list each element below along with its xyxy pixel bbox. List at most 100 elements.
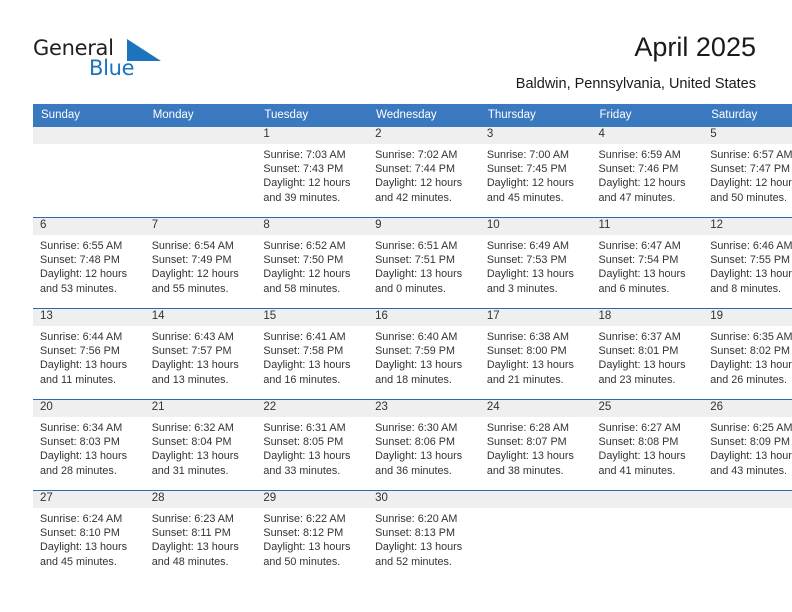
day-cell[interactable]: 4 Sunrise: 6:59 AM Sunset: 7:46 PM Daylight… (591, 127, 704, 218)
day-number (703, 491, 792, 508)
day-details: Sunrise: 6:23 AM Sunset: 8:11 PM Daylight:… (145, 508, 257, 569)
sunrise-text: Sunrise: 7:02 AM (375, 149, 458, 161)
daylight-text-line1: Daylight: 13 hours (486, 450, 574, 463)
sunrise-text: Sunrise: 6:55 AM (40, 240, 123, 252)
daylight-text-line1: Daylight: 13 hours (151, 359, 239, 372)
calendar-week-row: 13 Sunrise: 6:44 AM Sunset: 7:56 PM Dayligh… (33, 308, 792, 400)
weekday-header-tuesday: Tuesday (256, 104, 369, 127)
sunset-text: Sunset: 8:10 PM (40, 527, 120, 540)
daylight-text-line2: and 31 minutes. (151, 464, 229, 477)
day-cell[interactable]: 30 Sunrise: 6:20 AM Sunset: 8:13 PM Dayligh… (368, 490, 480, 581)
day-cell[interactable]: 29 Sunrise: 6:22 AM Sunset: 8:12 PM Dayligh… (256, 490, 369, 581)
sunrise-text: Sunrise: 6:44 AM (40, 331, 123, 343)
daylight-text-line1: Daylight: 12 hours (375, 177, 463, 190)
general-blue-logo[interactable]: General Blue (33, 36, 163, 82)
day-number: 21 (144, 400, 257, 417)
sunrise-text: Sunrise: 6:37 AM (598, 331, 681, 343)
day-cell[interactable]: 23 Sunrise: 6:30 AM Sunset: 8:06 PM Dayligh… (368, 399, 480, 491)
sunset-text: Sunset: 7:55 PM (710, 254, 791, 267)
sunset-text: Sunset: 7:48 PM (40, 254, 120, 267)
day-cell[interactable]: 19 Sunrise: 6:35 AM Sunset: 8:02 PM Dayligh… (703, 308, 792, 400)
sunrise-text: Sunrise: 6:32 AM (151, 422, 234, 434)
sunrise-text: Sunrise: 6:46 AM (710, 240, 792, 252)
daylight-text-line1: Daylight: 13 hours (598, 359, 686, 372)
day-cell[interactable]: 1 Sunrise: 7:03 AM Sunset: 7:43 PM Daylight… (256, 127, 369, 218)
day-cell[interactable]: 25 Sunrise: 6:27 AM Sunset: 8:08 PM Dayligh… (591, 399, 704, 491)
day-cell[interactable]: 20 Sunrise: 6:34 AM Sunset: 8:03 PM Dayligh… (33, 399, 145, 491)
day-number (591, 491, 704, 508)
day-cell-empty (703, 490, 792, 581)
day-cell[interactable]: 17 Sunrise: 6:38 AM Sunset: 8:00 PM Dayligh… (479, 308, 592, 400)
sunrise-text: Sunrise: 6:27 AM (598, 422, 681, 434)
day-cell[interactable]: 13 Sunrise: 6:44 AM Sunset: 7:56 PM Dayligh… (33, 308, 145, 400)
day-cell[interactable]: 28 Sunrise: 6:23 AM Sunset: 8:11 PM Dayligh… (144, 490, 257, 581)
daylight-text-line2: and 38 minutes. (486, 464, 564, 477)
daylight-text-line1: Daylight: 12 hours (263, 268, 351, 281)
day-cell[interactable]: 12 Sunrise: 6:46 AM Sunset: 7:55 PM Dayligh… (703, 217, 792, 309)
day-cell[interactable]: 18 Sunrise: 6:37 AM Sunset: 8:01 PM Dayligh… (591, 308, 704, 400)
day-cell[interactable]: 6 Sunrise: 6:55 AM Sunset: 7:48 PM Daylight… (33, 217, 145, 309)
sunset-text: Sunset: 7:47 PM (710, 163, 791, 176)
day-cell[interactable]: 8 Sunrise: 6:52 AM Sunset: 7:50 PM Daylight… (256, 217, 369, 309)
daylight-text-line2: and 58 minutes. (263, 282, 341, 295)
day-details: Sunrise: 7:03 AM Sunset: 7:43 PM Daylight:… (256, 144, 368, 205)
sunrise-text: Sunrise: 6:41 AM (263, 331, 346, 343)
sunrise-text: Sunrise: 6:30 AM (375, 422, 458, 434)
sunset-text: Sunset: 8:04 PM (151, 436, 232, 449)
day-number: 10 (479, 218, 592, 235)
day-cell[interactable]: 3 Sunrise: 7:00 AM Sunset: 7:45 PM Daylight… (479, 127, 592, 218)
day-cell[interactable]: 5 Sunrise: 6:57 AM Sunset: 7:47 PM Daylight… (703, 127, 792, 218)
day-number: 29 (256, 491, 369, 508)
day-details: Sunrise: 6:20 AM Sunset: 8:13 PM Daylight:… (368, 508, 480, 569)
daylight-text-line1: Daylight: 13 hours (598, 450, 686, 463)
daylight-text-line2: and 28 minutes. (40, 464, 117, 477)
day-cell[interactable]: 2 Sunrise: 7:02 AM Sunset: 7:44 PM Daylight… (368, 127, 480, 218)
daylight-text-line1: Daylight: 13 hours (151, 541, 239, 554)
day-number: 1 (256, 127, 369, 144)
daylight-text-line1: Daylight: 13 hours (151, 450, 239, 463)
day-cell[interactable]: 10 Sunrise: 6:49 AM Sunset: 7:53 PM Dayligh… (479, 217, 592, 309)
day-cell[interactable]: 24 Sunrise: 6:28 AM Sunset: 8:07 PM Dayligh… (479, 399, 592, 491)
page-subtitle: Baldwin, Pennsylvania, United States (515, 76, 756, 92)
daylight-text-line1: Daylight: 12 hours (710, 177, 792, 190)
day-cell[interactable]: 11 Sunrise: 6:47 AM Sunset: 7:54 PM Dayligh… (591, 217, 704, 309)
day-details: Sunrise: 6:30 AM Sunset: 8:06 PM Daylight:… (368, 417, 480, 478)
day-number: 25 (591, 400, 704, 417)
day-cell[interactable]: 22 Sunrise: 6:31 AM Sunset: 8:05 PM Dayligh… (256, 399, 369, 491)
daylight-text-line2: and 13 minutes. (151, 373, 229, 386)
sunrise-text: Sunrise: 6:40 AM (375, 331, 458, 343)
day-cell[interactable]: 26 Sunrise: 6:25 AM Sunset: 8:09 PM Dayligh… (703, 399, 792, 491)
day-details: Sunrise: 7:00 AM Sunset: 7:45 PM Daylight:… (480, 144, 592, 205)
sunrise-text: Sunrise: 6:23 AM (151, 513, 234, 525)
day-number: 3 (479, 127, 592, 144)
day-details: Sunrise: 6:22 AM Sunset: 8:12 PM Daylight:… (256, 508, 368, 569)
sunrise-text: Sunrise: 7:00 AM (486, 149, 570, 161)
day-cell[interactable]: 16 Sunrise: 6:40 AM Sunset: 7:59 PM Dayligh… (368, 308, 480, 400)
day-cell[interactable]: 14 Sunrise: 6:43 AM Sunset: 7:57 PM Dayligh… (144, 308, 257, 400)
daylight-text-line2: and 50 minutes. (263, 555, 341, 568)
daylight-text-line1: Daylight: 13 hours (263, 541, 351, 554)
daylight-text-line2: and 42 minutes. (375, 191, 452, 204)
sunset-text: Sunset: 7:54 PM (598, 254, 679, 267)
day-number: 15 (256, 309, 369, 326)
day-details: Sunrise: 6:47 AM Sunset: 7:54 PM Daylight:… (592, 235, 704, 296)
daylight-text-line2: and 39 minutes. (263, 191, 341, 204)
day-details: Sunrise: 6:37 AM Sunset: 8:01 PM Daylight:… (592, 326, 704, 387)
daylight-text-line1: Daylight: 13 hours (710, 268, 792, 281)
day-details: Sunrise: 6:25 AM Sunset: 8:09 PM Daylight:… (703, 417, 792, 478)
day-cell[interactable]: 15 Sunrise: 6:41 AM Sunset: 7:58 PM Dayligh… (256, 308, 369, 400)
day-number: 23 (368, 400, 480, 417)
day-cell[interactable]: 9 Sunrise: 6:51 AM Sunset: 7:51 PM Daylight… (368, 217, 480, 309)
sunset-text: Sunset: 8:09 PM (710, 436, 791, 449)
sunset-text: Sunset: 8:08 PM (598, 436, 679, 449)
day-cell[interactable]: 7 Sunrise: 6:54 AM Sunset: 7:49 PM Daylight… (144, 217, 257, 309)
sunrise-text: Sunrise: 6:22 AM (263, 513, 346, 525)
daylight-text-line2: and 26 minutes. (710, 373, 788, 386)
sunset-text: Sunset: 7:57 PM (151, 345, 232, 358)
daylight-text-line1: Daylight: 13 hours (375, 541, 463, 554)
day-cell[interactable]: 21 Sunrise: 6:32 AM Sunset: 8:04 PM Dayligh… (144, 399, 257, 491)
daylight-text-line1: Daylight: 13 hours (486, 359, 574, 372)
day-cell[interactable]: 27 Sunrise: 6:24 AM Sunset: 8:10 PM Dayligh… (33, 490, 145, 581)
daylight-text-line2: and 16 minutes. (263, 373, 341, 386)
sunrise-text: Sunrise: 6:49 AM (486, 240, 570, 252)
